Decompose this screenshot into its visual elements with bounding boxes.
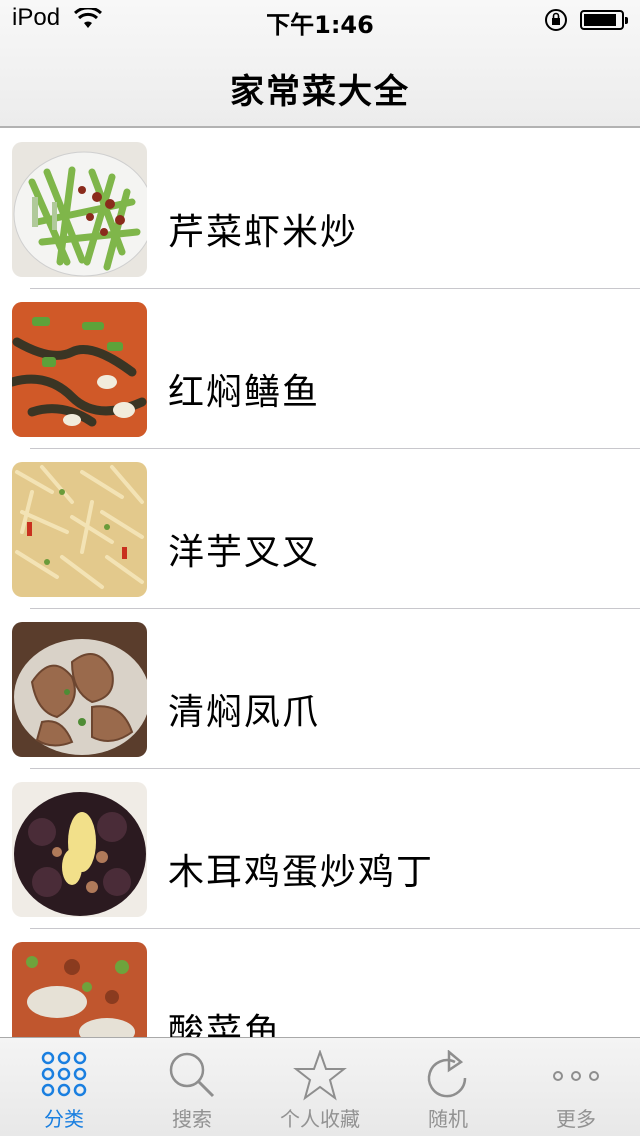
tab-category[interactable]: 分类 (0, 1038, 128, 1136)
celery-shrimp-photo (12, 142, 147, 277)
tab-label: 随机 (428, 1107, 468, 1131)
grid-dots-icon (41, 1051, 87, 1097)
tab-label: 个人收藏 (280, 1107, 360, 1131)
dish-name: 清焖凤爪 (168, 692, 321, 733)
tab-label: 更多 (556, 1107, 596, 1131)
dish-list[interactable]: 芹菜虾米炒 红焖鳝鱼 洋芋叉叉 清焖凤爪 木耳鸡蛋炒鸡丁 酸菜鱼 (0, 129, 640, 1037)
tab-more[interactable]: 更多 (512, 1038, 640, 1136)
tab-random[interactable]: 随机 (384, 1038, 512, 1136)
wood-ear-egg-chicken-photo (12, 782, 147, 917)
tab-label: 分类 (44, 1107, 84, 1131)
list-item[interactable]: 清焖凤爪 (0, 609, 640, 769)
tab-label: 搜索 (172, 1107, 212, 1131)
dish-name: 芹菜虾米炒 (168, 212, 359, 253)
status-bar: iPod 下午1:46 (0, 0, 640, 40)
list-item[interactable]: 木耳鸡蛋炒鸡丁 (0, 769, 640, 929)
tab-search[interactable]: 搜索 (128, 1038, 256, 1136)
page-title: 家常菜大全 (230, 72, 410, 112)
list-item[interactable]: 酸菜鱼 (0, 929, 640, 1037)
dish-name: 红焖鳝鱼 (168, 372, 321, 413)
navigation-header: iPod 下午1:46 家常菜大全 (0, 0, 640, 128)
refresh-icon (427, 1050, 467, 1098)
list-item[interactable]: 洋芋叉叉 (0, 449, 640, 609)
more-dots-icon (553, 1071, 599, 1081)
braised-eel-photo (12, 302, 147, 437)
orientation-lock-icon (545, 9, 567, 31)
chicken-feet-photo (12, 622, 147, 757)
search-icon (169, 1052, 215, 1098)
dish-name: 酸菜鱼 (168, 1012, 283, 1037)
tab-bar: 分类 搜索 个人收藏 随机 更多 (0, 1037, 640, 1136)
dish-name: 洋芋叉叉 (168, 532, 321, 573)
star-icon (293, 1050, 347, 1101)
tab-favorites[interactable]: 个人收藏 (256, 1038, 384, 1136)
pickled-fish-photo (12, 942, 147, 1037)
battery-icon (580, 10, 628, 30)
list-item[interactable]: 芹菜虾米炒 (0, 129, 640, 289)
potato-shreds-photo (12, 462, 147, 597)
dish-name: 木耳鸡蛋炒鸡丁 (168, 852, 435, 893)
list-item[interactable]: 红焖鳝鱼 (0, 289, 640, 449)
